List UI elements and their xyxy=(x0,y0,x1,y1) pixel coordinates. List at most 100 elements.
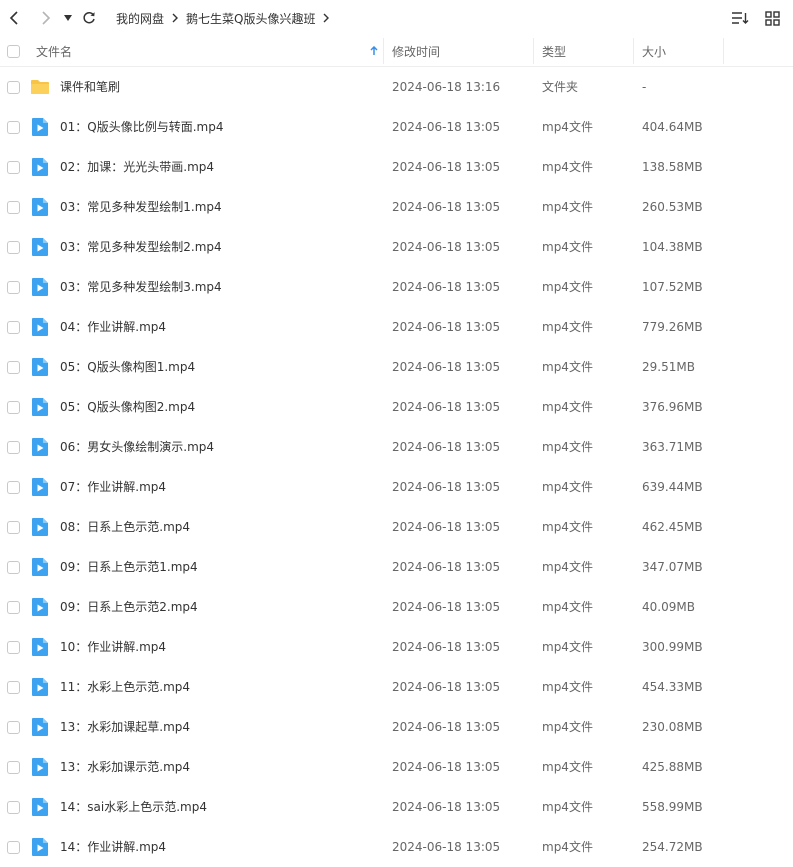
file-row[interactable]: 05：Q版头像构图1.mp4 2024-06-18 13:05 mp4文件 29.51… xyxy=(0,347,793,387)
column-header-name[interactable]: 文件名 xyxy=(36,36,382,66)
file-row-checkbox[interactable] xyxy=(7,241,20,254)
file-modified-time: 2024-06-18 13:05 xyxy=(392,280,501,294)
file-size: 300.99MB xyxy=(642,640,703,654)
file-name[interactable]: 14：sai水彩上色示范.mp4 xyxy=(60,787,207,827)
file-name[interactable]: 02：加课：光光头带画.mp4 xyxy=(60,147,214,187)
forward-button[interactable] xyxy=(34,7,56,29)
column-header-modified[interactable]: 修改时间 xyxy=(392,36,532,66)
file-row-checkbox[interactable] xyxy=(7,161,20,174)
file-row-checkbox[interactable] xyxy=(7,441,20,454)
file-row[interactable]: 10：作业讲解.mp4 2024-06-18 13:05 mp4文件 300.99MB xyxy=(0,627,793,667)
file-row[interactable]: 14：sai水彩上色示范.mp4 2024-06-18 13:05 mp4文件 558… xyxy=(0,787,793,827)
file-row-checkbox[interactable] xyxy=(7,681,20,694)
file-name[interactable]: 08：日系上色示范.mp4 xyxy=(60,507,190,547)
file-modified-time: 2024-06-18 13:05 xyxy=(392,400,501,414)
file-type: mp4文件 xyxy=(542,560,593,574)
column-header-type-label: 类型 xyxy=(542,44,567,59)
file-row-checkbox[interactable] xyxy=(7,601,20,614)
file-row-checkbox[interactable] xyxy=(7,841,20,854)
file-row[interactable]: 03：常见多种发型绘制3.mp4 2024-06-18 13:05 mp4文件 107… xyxy=(0,267,793,307)
column-divider[interactable] xyxy=(633,38,634,64)
file-type: mp4文件 xyxy=(542,400,593,414)
file-row[interactable]: 07：作业讲解.mp4 2024-06-18 13:05 mp4文件 639.44MB xyxy=(0,467,793,507)
file-name[interactable]: 09：日系上色示范2.mp4 xyxy=(60,587,198,627)
video-file-icon xyxy=(32,678,48,696)
file-row-checkbox[interactable] xyxy=(7,201,20,214)
file-row[interactable]: 课件和笔刷 2024-06-18 13:16 文件夹 - xyxy=(0,67,793,107)
file-type: mp4文件 xyxy=(542,360,593,374)
file-size: 254.72MB xyxy=(642,840,703,854)
file-row-checkbox[interactable] xyxy=(7,641,20,654)
file-size: 40.09MB xyxy=(642,600,695,614)
column-header-type[interactable]: 类型 xyxy=(542,36,632,66)
history-dropdown-button[interactable] xyxy=(58,7,78,29)
file-type: mp4文件 xyxy=(542,320,593,334)
file-row-checkbox[interactable] xyxy=(7,81,20,94)
file-name[interactable]: 04：作业讲解.mp4 xyxy=(60,307,166,347)
file-row[interactable]: 08：日系上色示范.mp4 2024-06-18 13:05 mp4文件 462.45… xyxy=(0,507,793,547)
file-modified-time: 2024-06-18 13:05 xyxy=(392,480,501,494)
file-row[interactable]: 13：水彩加课起草.mp4 2024-06-18 13:05 mp4文件 230.08… xyxy=(0,707,793,747)
breadcrumb-current-folder[interactable]: 鹅七生菜Q版头像兴趣班 xyxy=(182,10,319,27)
file-name[interactable]: 06：男女头像绘制演示.mp4 xyxy=(60,427,214,467)
column-header-size[interactable]: 大小 xyxy=(642,36,722,66)
column-divider[interactable] xyxy=(383,38,384,64)
video-file-icon xyxy=(32,398,48,416)
file-row[interactable]: 11：水彩上色示范.mp4 2024-06-18 13:05 mp4文件 454.33… xyxy=(0,667,793,707)
file-row-checkbox[interactable] xyxy=(7,401,20,414)
file-row-checkbox[interactable] xyxy=(7,281,20,294)
file-row[interactable]: 14：作业讲解.mp4 2024-06-18 13:05 mp4文件 254.72MB xyxy=(0,827,793,867)
video-file-icon xyxy=(32,358,48,376)
chevron-right-icon[interactable] xyxy=(319,13,333,23)
back-button[interactable] xyxy=(4,7,26,29)
file-row-checkbox[interactable] xyxy=(7,561,20,574)
file-row-checkbox[interactable] xyxy=(7,801,20,814)
video-file-icon xyxy=(32,798,48,816)
file-row[interactable]: 03：常见多种发型绘制1.mp4 2024-06-18 13:05 mp4文件 260… xyxy=(0,187,793,227)
file-row-checkbox[interactable] xyxy=(7,761,20,774)
file-row[interactable]: 02：加课：光光头带画.mp4 2024-06-18 13:05 mp4文件 138.… xyxy=(0,147,793,187)
chevron-left-icon xyxy=(9,11,18,25)
file-row-checkbox[interactable] xyxy=(7,321,20,334)
file-modified-time: 2024-06-18 13:05 xyxy=(392,240,501,254)
select-all-checkbox[interactable] xyxy=(7,44,20,58)
file-name[interactable]: 01：Q版头像比例与转面.mp4 xyxy=(60,107,223,147)
file-name[interactable]: 03：常见多种发型绘制3.mp4 xyxy=(60,267,222,307)
file-name[interactable]: 课件和笔刷 xyxy=(60,67,120,107)
file-name[interactable]: 09：日系上色示范1.mp4 xyxy=(60,547,198,587)
column-divider[interactable] xyxy=(533,38,534,64)
file-name[interactable]: 14：作业讲解.mp4 xyxy=(60,827,166,867)
breadcrumb-root[interactable]: 我的网盘 xyxy=(112,10,168,27)
caret-down-icon xyxy=(64,15,72,21)
file-row-checkbox[interactable] xyxy=(7,721,20,734)
file-name[interactable]: 13：水彩加课起草.mp4 xyxy=(60,707,190,747)
file-row[interactable]: 13：水彩加课示范.mp4 2024-06-18 13:05 mp4文件 425.88… xyxy=(0,747,793,787)
column-divider[interactable] xyxy=(723,38,724,64)
file-row-checkbox[interactable] xyxy=(7,521,20,534)
file-modified-time: 2024-06-18 13:05 xyxy=(392,200,501,214)
file-name[interactable]: 05：Q版头像构图1.mp4 xyxy=(60,347,195,387)
file-name[interactable]: 03：常见多种发型绘制1.mp4 xyxy=(60,187,222,227)
file-modified-time: 2024-06-18 13:05 xyxy=(392,680,501,694)
file-name[interactable]: 05：Q版头像构图2.mp4 xyxy=(60,387,195,427)
file-row[interactable]: 09：日系上色示范2.mp4 2024-06-18 13:05 mp4文件 40.09… xyxy=(0,587,793,627)
grid-view-button[interactable] xyxy=(761,7,783,29)
file-row[interactable]: 04：作业讲解.mp4 2024-06-18 13:05 mp4文件 779.26MB xyxy=(0,307,793,347)
file-name[interactable]: 13：水彩加课示范.mp4 xyxy=(60,747,190,787)
video-file-icon xyxy=(32,478,48,496)
sort-menu-button[interactable] xyxy=(729,7,751,29)
file-row[interactable]: 05：Q版头像构图2.mp4 2024-06-18 13:05 mp4文件 376.9… xyxy=(0,387,793,427)
file-row-checkbox[interactable] xyxy=(7,481,20,494)
file-name[interactable]: 11：水彩上色示范.mp4 xyxy=(60,667,190,707)
refresh-button[interactable] xyxy=(78,7,100,29)
file-row-checkbox[interactable] xyxy=(7,361,20,374)
file-row[interactable]: 03：常见多种发型绘制2.mp4 2024-06-18 13:05 mp4文件 104… xyxy=(0,227,793,267)
file-name[interactable]: 03：常见多种发型绘制2.mp4 xyxy=(60,227,222,267)
file-name[interactable]: 07：作业讲解.mp4 xyxy=(60,467,166,507)
file-name[interactable]: 10：作业讲解.mp4 xyxy=(60,627,166,667)
file-row[interactable]: 01：Q版头像比例与转面.mp4 2024-06-18 13:05 mp4文件 404… xyxy=(0,107,793,147)
file-row[interactable]: 09：日系上色示范1.mp4 2024-06-18 13:05 mp4文件 347.0… xyxy=(0,547,793,587)
file-row[interactable]: 06：男女头像绘制演示.mp4 2024-06-18 13:05 mp4文件 363.… xyxy=(0,427,793,467)
file-type: mp4文件 xyxy=(542,600,593,614)
file-row-checkbox[interactable] xyxy=(7,121,20,134)
